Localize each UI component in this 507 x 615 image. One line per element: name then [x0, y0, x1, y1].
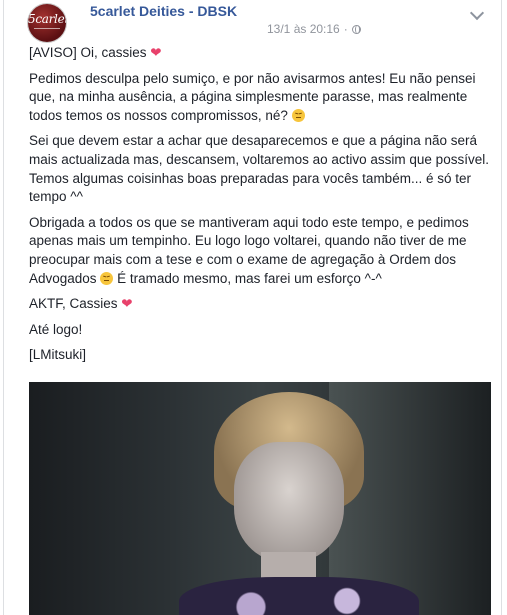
paragraph-text: [AVISO] Oi, cassies — [29, 45, 151, 60]
page-avatar[interactable]: 5carlet — [28, 4, 66, 42]
globe-icon[interactable] — [351, 25, 361, 34]
paragraph-return: Sei que devem estar a achar que desapare… — [29, 132, 491, 206]
paragraph-text: Sei que devem estar a achar que desapare… — [29, 133, 489, 205]
post-photo[interactable] — [29, 382, 491, 615]
paragraph-thanks: Obrigada a todos os que se mantiveram aq… — [29, 214, 491, 288]
post-timestamp[interactable]: 13/1 às 20:16 — [267, 22, 340, 36]
persevering-face-icon — [291, 108, 305, 122]
post-body: [AVISO] Oi, cassies ❤ Pedimos desculpa p… — [29, 44, 491, 372]
paragraph-text: Pedimos desculpa pelo sumiço, e por não … — [29, 70, 476, 123]
meta-separator: · — [343, 22, 348, 36]
paragraph-signature: [LMitsuki] — [29, 346, 491, 365]
paragraph-text: AKTF, Cassies — [29, 296, 122, 312]
paragraph-aktf: AKTF, Cassies ❤ — [29, 295, 491, 314]
paragraph-apology: Pedimos desculpa pelo sumiço, e por não … — [29, 70, 491, 126]
post-meta: 13/1 às 20:16 · — [267, 22, 361, 36]
page-name-link[interactable]: 5carlet Deities - DBSK — [90, 3, 237, 19]
paragraph-text: [LMitsuki] — [29, 347, 87, 363]
post-card: 5carlet 5carlet Deities - DBSK 13/1 às 2… — [3, 0, 502, 615]
chevron-down-icon[interactable] — [469, 5, 485, 21]
heart-icon: ❤ — [150, 45, 162, 60]
paragraph-notice: [AVISO] Oi, cassies ❤ — [29, 44, 491, 63]
persevering-face-icon — [100, 271, 114, 285]
paragraph-text: Até logo! — [29, 321, 83, 337]
paragraph-bye: Até logo! — [29, 321, 491, 340]
heart-icon: ❤ — [121, 296, 133, 312]
avatar-logo-text: 5carlet — [28, 12, 66, 26]
paragraph-text: É tramado mesmo, mas farei um esforço ^-… — [113, 270, 382, 286]
